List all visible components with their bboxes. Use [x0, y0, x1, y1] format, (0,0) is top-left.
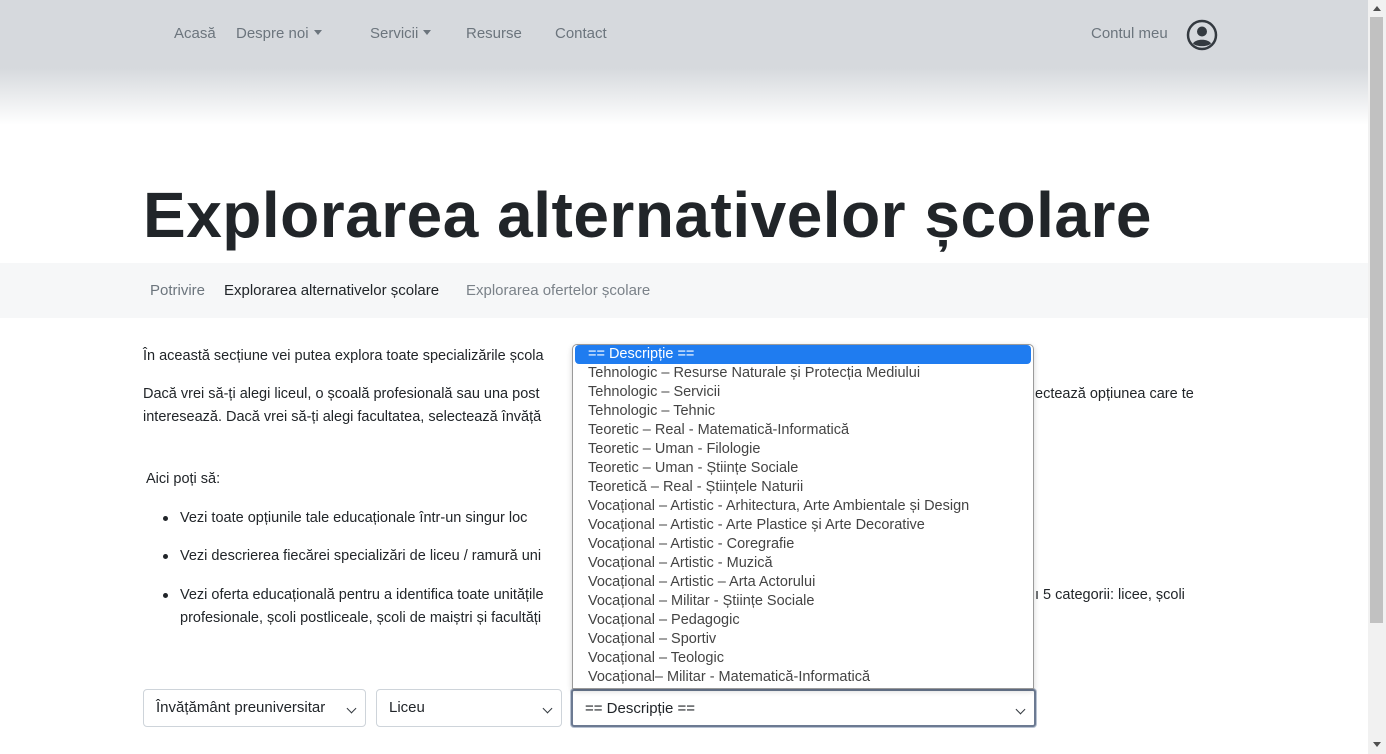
nav-link-services[interactable]: Servicii [370, 25, 432, 42]
caret-down-icon [423, 30, 432, 35]
nav-link-about[interactable]: Despre noi [236, 25, 322, 42]
list-item-text: Vezi toate opțiunile tale educaționale î… [180, 510, 528, 526]
dropdown-option[interactable]: Vocațional – Teologic [573, 649, 1033, 668]
bullet-icon [163, 516, 168, 521]
chevron-down-icon [1015, 704, 1026, 715]
scrollbar-thumb[interactable] [1370, 17, 1383, 623]
nav-link-services-label: Servicii [370, 25, 419, 42]
dropdown-option[interactable]: Tehnologic – Servicii [573, 383, 1033, 402]
dropdown-option[interactable]: Teoretică – Real - Științele Naturii [573, 478, 1033, 497]
profile-select[interactable]: == Descripție == [571, 689, 1036, 727]
dropdown-option[interactable]: Teoretic – Uman - Filologie [573, 440, 1033, 459]
dropdown-option[interactable]: Tehnologic – Tehnic [573, 402, 1033, 421]
dropdown-option[interactable]: Vocațional – Pedagogic [573, 611, 1033, 630]
chevron-down-icon [542, 703, 553, 714]
breadcrumb-item-current: Explorarea alternativelor școlare [224, 282, 440, 299]
list-item-text: Vezi oferta educațională pentru a identi… [180, 587, 544, 603]
page-title: Explorarea alternativelor școlare [143, 179, 1152, 251]
dropdown-option[interactable]: Vocațional – Artistic - Muzică [573, 554, 1033, 573]
paragraph-line: interesează. Dacă vrei să-ți alegi facul… [143, 409, 542, 425]
school-type-value: Liceu [389, 699, 425, 716]
dropdown-option[interactable]: Teoretic – Uman - Științe Sociale [573, 459, 1033, 478]
dropdown-option[interactable]: Teoretic – Real - Matematică-Informatică [573, 421, 1033, 440]
chevron-down-icon [346, 703, 357, 714]
school-type-select[interactable]: Liceu [376, 689, 562, 727]
profile-value: == Descripție == [585, 700, 696, 717]
dropdown-option[interactable]: Tehnologic – Resurse Naturale și Protecț… [573, 364, 1033, 383]
dropdown-option[interactable]: Vocațional – Artistic – Arta Actorului [573, 573, 1033, 592]
scroll-up-arrow-icon[interactable] [1373, 6, 1381, 11]
dropdown-option[interactable]: Vocațional – Artistic - Coregrafie [573, 535, 1033, 554]
nav-link-about-label: Despre noi [236, 25, 309, 42]
dropdown-option[interactable]: == Descripție == [575, 345, 1031, 364]
breadcrumb: Potrivire Explorarea alternativelor școl… [0, 263, 1368, 318]
dropdown-option[interactable]: Vocațional– Militar - Matematică-Informa… [573, 668, 1033, 687]
profile-dropdown-list: == Descripție == Tehnologic – Resurse Na… [572, 344, 1034, 689]
breadcrumb-item-oferte[interactable]: Explorarea ofertelor școlare [466, 282, 650, 299]
dropdown-option[interactable]: Vocațional – Sportiv [573, 630, 1033, 649]
nav-link-home[interactable]: Acasă [174, 25, 216, 42]
education-level-select[interactable]: Învățământ preuniversitar [143, 689, 366, 727]
intro-paragraph: În această secțiune vei putea explora to… [143, 348, 544, 364]
user-avatar-icon[interactable] [1186, 19, 1218, 51]
dropdown-option[interactable]: Vocațional – Artistic - Arhitectura, Art… [573, 497, 1033, 516]
nav-link-contact[interactable]: Contact [555, 25, 607, 42]
top-navbar: Acasă Despre noi Servicii Resurse Contac… [0, 0, 1368, 130]
paragraph-line: Dacă vrei să-ți alegi liceul, o școală p… [143, 386, 540, 402]
nav-link-resources[interactable]: Resurse [466, 25, 522, 42]
list-item: Vezi oferta educațională pentru a identi… [163, 584, 544, 607]
account-link[interactable]: Contul meu [1091, 25, 1168, 42]
breadcrumb-item-potrivire[interactable]: Potrivire [150, 282, 205, 299]
bullet-icon [163, 593, 168, 598]
scroll-down-arrow-icon[interactable] [1373, 742, 1381, 747]
education-level-value: Învățământ preuniversitar [156, 699, 326, 716]
list-item: Vezi toate opțiunile tale educaționale î… [163, 507, 528, 530]
paragraph-line: ı 5 categorii: licee, școli [1035, 587, 1185, 603]
list-item: Vezi descrierea fiecărei specializări de… [163, 545, 542, 568]
caret-down-icon [313, 30, 322, 35]
list-item-continuation: profesionale, școli postliceale, școli d… [180, 610, 542, 626]
list-item-text: Vezi descrierea fiecărei specializări de… [180, 548, 542, 564]
bullet-icon [163, 554, 168, 559]
dropdown-option[interactable]: Vocațional – Artistic - Arte Plastice și… [573, 516, 1033, 535]
paragraph-line: ectează opțiunea care te [1035, 386, 1194, 402]
list-intro: Aici poți să: [146, 471, 221, 487]
dropdown-option[interactable]: Vocațional – Militar - Științe Sociale [573, 592, 1033, 611]
